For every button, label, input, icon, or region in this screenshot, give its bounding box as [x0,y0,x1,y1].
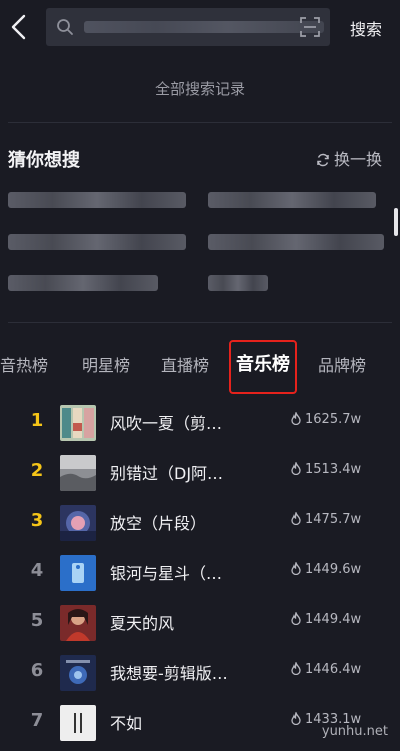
song-title: 银河与星斗（… [110,564,223,583]
tab-hot[interactable]: 音热榜 [0,352,48,376]
refresh-label: 换一换 [333,150,382,169]
heat-label: 1475.7w [305,512,362,527]
song-title: 不如 [110,714,143,733]
flame-icon [291,410,301,426]
suggestion-item[interactable] [8,192,186,208]
tab-brand[interactable]: 品牌榜 [318,352,366,376]
flame-icon [291,460,301,476]
rank-number: 4 [30,560,44,581]
rank-number: 3 [30,510,44,531]
album-cover [60,555,96,591]
heat-value: 1446.4w [290,660,362,677]
chart-row[interactable]: 7 不如 1433.1w [0,698,400,748]
search-input[interactable] [46,8,330,46]
tab-live[interactable]: 直播榜 [161,352,209,376]
album-cover [60,605,96,641]
heat-value: 1513.4w [290,460,362,477]
chart-row[interactable]: 1 风吹一夏（剪… 1625.7w [0,398,400,448]
back-button[interactable] [8,12,30,42]
scan-icon[interactable] [300,17,320,37]
heat-value: 1475.7w [290,510,362,527]
chart-row[interactable]: 4 银河与星斗（… 1449.6w [0,548,400,598]
song-title: 放空（片段） [110,514,207,533]
song-title: 风吹一夏（剪… [110,414,223,433]
chevron-left-icon [11,14,26,40]
refresh-suggestions-button[interactable]: 换一换 [316,146,382,170]
search-icon [57,19,73,35]
rank-number: 6 [30,660,44,681]
divider [8,122,392,123]
album-cover [60,405,96,441]
search-query-blurred [84,21,324,33]
all-search-history-link[interactable]: 全部搜索记录 [0,78,400,99]
rank-number: 2 [30,460,44,481]
rank-number: 1 [30,410,44,431]
heat-value: 1449.6w [290,560,362,577]
album-cover [60,655,96,691]
suggestion-item[interactable] [8,234,186,250]
flame-icon [291,560,301,576]
watermark: yunhu.net [321,724,388,739]
chart-row[interactable]: 5 夏天的风 1449.4w [0,598,400,648]
divider [8,322,392,323]
song-title: 夏天的风 [110,614,175,633]
guess-section-title: 猜你想搜 [8,150,80,171]
heat-label: 1625.7w [305,412,362,427]
flame-icon [291,710,301,726]
refresh-icon [317,153,329,167]
heat-label: 1449.4w [305,612,362,627]
chart-row[interactable]: 2 别错过（DJ阿… 1513.4w [0,448,400,498]
chart-row[interactable]: 6 我想要-剪辑版… 1446.4w [0,648,400,698]
heat-label: 1446.4w [305,662,362,677]
tab-music[interactable]: 音乐榜 [236,350,290,376]
song-title: 我想要-剪辑版… [110,664,228,683]
song-title: 别错过（DJ阿… [110,464,224,483]
flame-icon [291,660,301,676]
tab-star[interactable]: 明星榜 [82,352,130,376]
rank-number: 5 [30,610,44,631]
heat-value: 1449.4w [290,610,362,627]
heat-label: 1449.6w [305,562,362,577]
suggestion-item[interactable] [208,234,384,250]
chart-row[interactable]: 3 放空（片段） 1475.7w [0,498,400,548]
album-cover [60,505,96,541]
suggestion-item[interactable] [208,192,376,208]
album-cover [60,455,96,491]
rank-number: 7 [30,710,44,731]
search-button[interactable]: 搜索 [350,16,382,40]
heat-label: 1513.4w [305,462,362,477]
scrollbar[interactable] [394,208,398,236]
suggestion-item[interactable] [8,275,158,291]
suggestion-item[interactable] [208,275,268,291]
heat-value: 1625.7w [290,410,362,427]
album-cover [60,705,96,741]
flame-icon [291,510,301,526]
flame-icon [291,610,301,626]
